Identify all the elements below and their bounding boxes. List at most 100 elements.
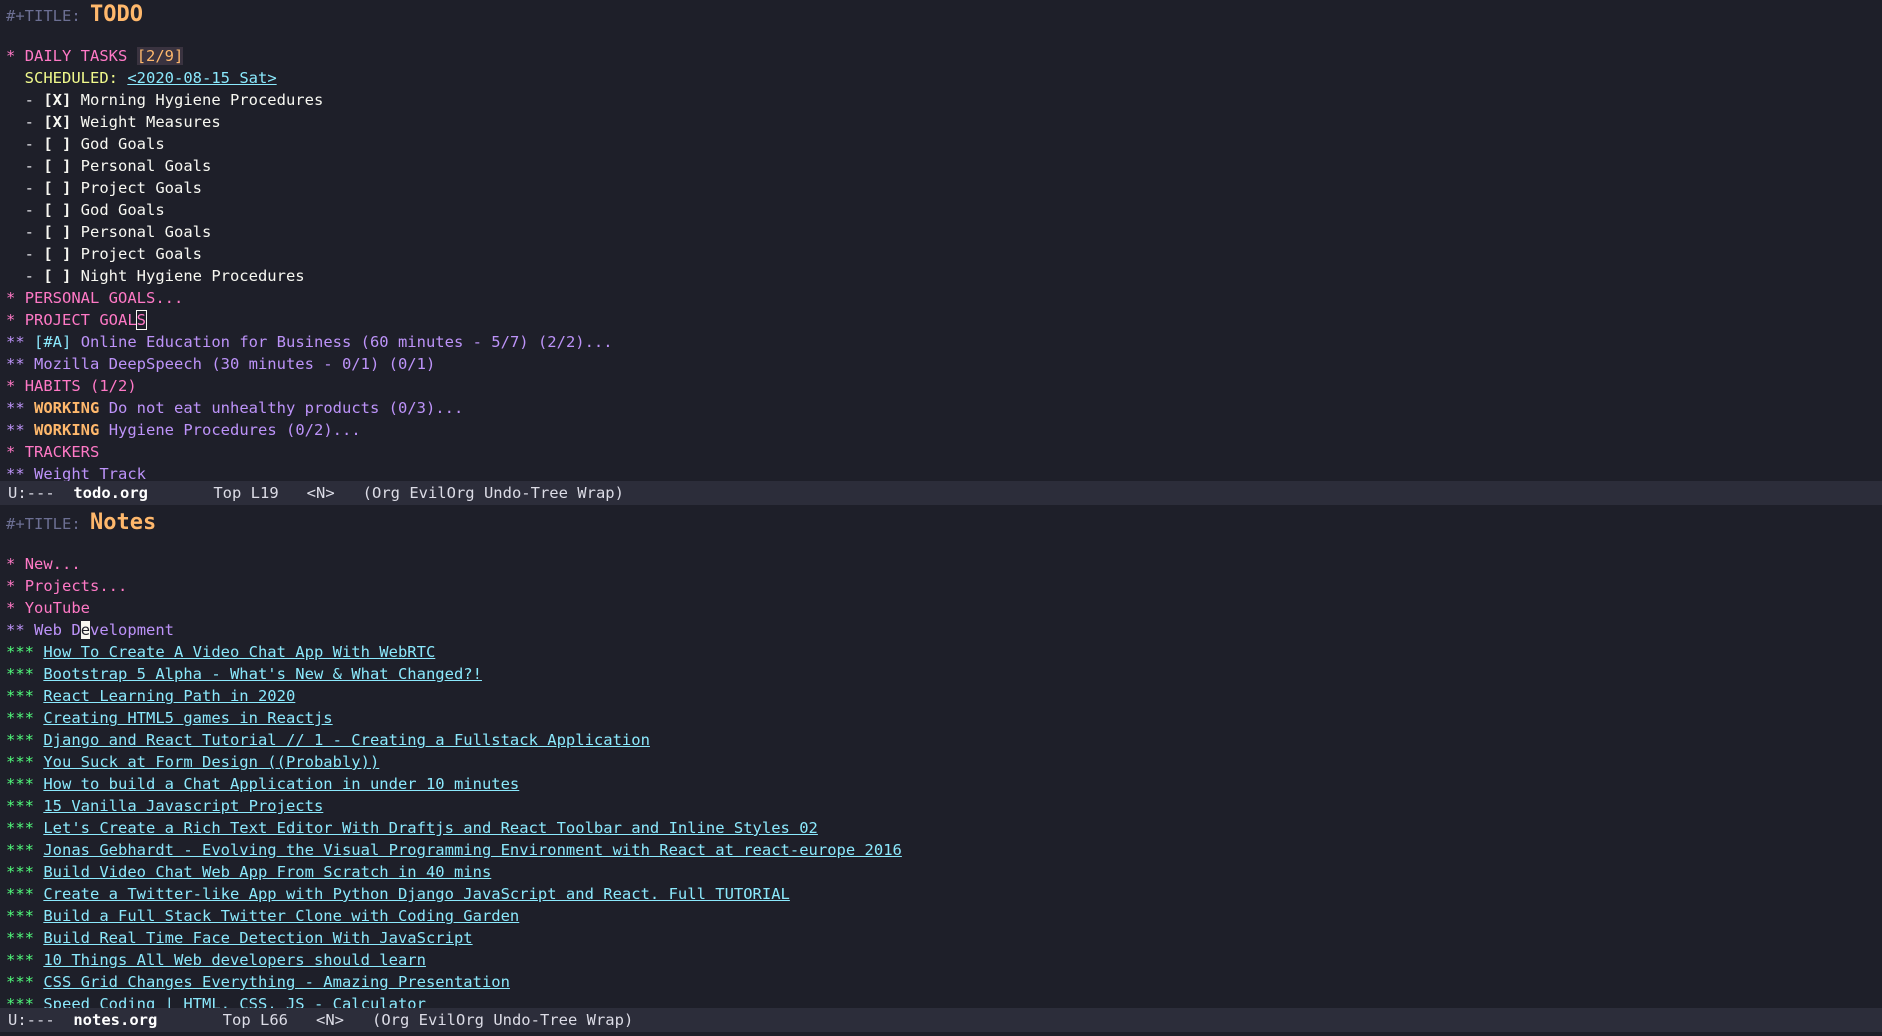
notes-window[interactable]: #+TITLE: Notes * New... * Projects... * Yo… (0, 506, 1882, 1008)
notes-heading[interactable]: * New... (6, 553, 1882, 575)
checkbox[interactable]: [ ] (43, 267, 71, 285)
todo-buffer[interactable]: #+TITLE: TODO * DAILY TASKS [2/9] SCHEDU… (0, 0, 1882, 481)
notes-heading[interactable]: * YouTube (6, 597, 1882, 619)
video-link[interactable]: Create a Twitter-like App with Python Dj… (43, 885, 790, 903)
heading-web-development[interactable]: ** Web Development (6, 619, 1882, 641)
modeline-buffer-name[interactable]: todo.org (73, 484, 148, 502)
heading-stars: *** (6, 995, 34, 1008)
modeline-position: Top L66 (222, 1011, 288, 1029)
heading-habits[interactable]: * HABITS (1/2) (6, 375, 1882, 397)
link-heading[interactable]: *** 10 Things All Web developers should … (6, 949, 1882, 971)
link-heading[interactable]: *** You Suck at Form Design ((Probably)) (6, 751, 1882, 773)
project-subheading[interactable]: ** [#A] Online Education for Business (6… (6, 331, 1882, 353)
checkbox[interactable]: [ ] (43, 157, 71, 175)
video-link[interactable]: Django and React Tutorial // 1 - Creatin… (43, 731, 650, 749)
heading-stars: ** (6, 333, 25, 351)
heading-text: Web Development (34, 621, 175, 639)
heading-text: Weight Track (34, 465, 146, 481)
checkbox[interactable]: [X] (43, 91, 71, 109)
link-heading[interactable]: *** Build Real Time Face Detection With … (6, 927, 1882, 949)
link-heading[interactable]: *** Let's Create a Rich Text Editor With… (6, 817, 1882, 839)
link-heading[interactable]: *** Jonas Gebhardt - Evolving the Visual… (6, 839, 1882, 861)
checkbox[interactable]: [ ] (43, 223, 71, 241)
video-link[interactable]: 15 Vanilla Javascript Projects (43, 797, 323, 815)
link-heading[interactable]: *** Speed Coding | HTML, CSS, JS - Calcu… (6, 993, 1882, 1008)
todo-state-keyword: WORKING (34, 421, 100, 439)
todo-state-keyword: WORKING (34, 399, 100, 417)
link-heading[interactable]: *** Build a Full Stack Twitter Clone wit… (6, 905, 1882, 927)
link-heading[interactable]: *** How To Create A Video Chat App With … (6, 641, 1882, 663)
checklist-item[interactable]: - [ ] Personal Goals (6, 221, 1882, 243)
modeline-modes[interactable]: (Org EvilOrg Undo-Tree Wrap) (372, 1011, 633, 1029)
checklist-item[interactable]: - [ ] Project Goals (6, 177, 1882, 199)
modeline-position: Top L19 (213, 484, 279, 502)
video-link[interactable]: Jonas Gebhardt - Evolving the Visual Pro… (43, 841, 902, 859)
page-title: TODO (90, 2, 143, 27)
modeline-state: U:--- (8, 484, 55, 502)
todo-window[interactable]: #+TITLE: TODO * DAILY TASKS [2/9] SCHEDU… (0, 0, 1882, 481)
heading-text: Online Education for Business (60 minute… (80, 333, 613, 351)
link-heading[interactable]: *** React Learning Path in 2020 (6, 685, 1882, 707)
checklist-item-label: Night Hygiene Procedures (80, 267, 305, 285)
checklist-item[interactable]: - [ ] God Goals (6, 199, 1882, 221)
video-link[interactable]: CSS Grid Changes Everything - Amazing Pr… (43, 973, 510, 991)
checklist-item[interactable]: - [ ] Night Hygiene Procedures (6, 265, 1882, 287)
heading-daily-tasks[interactable]: * DAILY TASKS [2/9] (6, 45, 1882, 67)
heading-text: TRACKERS (24, 443, 100, 461)
video-link[interactable]: How To Create A Video Chat App With WebR… (43, 643, 435, 661)
video-link[interactable]: Speed Coding | HTML, CSS, JS - Calculato… (43, 995, 426, 1008)
checklist-item[interactable]: - [ ] God Goals (6, 133, 1882, 155)
link-heading[interactable]: *** Creating HTML5 games in Reactjs (6, 707, 1882, 729)
heading-text: PROJECT GOALS (24, 310, 148, 330)
notes-buffer[interactable]: #+TITLE: Notes * New... * Projects... * Yo… (0, 508, 1882, 1008)
checklist-item[interactable]: - [X] Weight Measures (6, 111, 1882, 133)
checklist-item-label: Project Goals (80, 179, 202, 197)
video-link[interactable]: Bootstrap 5 Alpha - What's New & What Ch… (43, 665, 482, 683)
modeline-buffer-name[interactable]: notes.org (73, 1011, 157, 1029)
modeline-notes: U:--- notes.org Top L66 <N> (Org EvilOrg… (0, 1008, 1882, 1032)
video-link[interactable]: How to build a Chat Application in under… (43, 775, 519, 793)
checkbox[interactable]: [X] (43, 113, 71, 131)
video-link[interactable]: 10 Things All Web developers should lear… (43, 951, 426, 969)
heading-text: Mozilla DeepSpeech (30 minutes - 0/1) (0… (34, 355, 436, 373)
checklist-item-label: God Goals (80, 135, 165, 153)
checkbox[interactable]: [ ] (43, 245, 71, 263)
checkbox[interactable]: [ ] (43, 179, 71, 197)
link-heading[interactable]: *** Create a Twitter-like App with Pytho… (6, 883, 1882, 905)
link-heading[interactable]: *** Bootstrap 5 Alpha - What's New & Wha… (6, 663, 1882, 685)
heading-weight-track[interactable]: ** Weight Track (6, 463, 1882, 481)
heading-stars: *** (6, 863, 34, 881)
link-heading[interactable]: *** 15 Vanilla Javascript Projects (6, 795, 1882, 817)
checkbox[interactable]: [ ] (43, 201, 71, 219)
video-link[interactable]: You Suck at Form Design ((Probably)) (43, 753, 379, 771)
video-link[interactable]: Build Video Chat Web App From Scratch in… (43, 863, 491, 881)
title-keyword: #+TITLE: (6, 7, 81, 25)
modeline-modes[interactable]: (Org EvilOrg Undo-Tree Wrap) (363, 484, 624, 502)
checklist-item[interactable]: - [ ] Personal Goals (6, 155, 1882, 177)
checklist-item[interactable]: - [X] Morning Hygiene Procedures (6, 89, 1882, 111)
heading-personal-goals[interactable]: * PERSONAL GOALS... (6, 287, 1882, 309)
link-heading[interactable]: *** CSS Grid Changes Everything - Amazin… (6, 971, 1882, 993)
link-heading[interactable]: *** Django and React Tutorial // 1 - Cre… (6, 729, 1882, 751)
notes-title-line: #+TITLE: Notes (6, 508, 1882, 538)
heading-stars: *** (6, 885, 34, 903)
project-subheading[interactable]: ** Mozilla DeepSpeech (30 minutes - 0/1)… (6, 353, 1882, 375)
habit-subheading[interactable]: ** WORKING Hygiene Procedures (0/2)... (6, 419, 1882, 441)
heading-project-goals[interactable]: * PROJECT GOALS (6, 309, 1882, 331)
scheduled-date-link[interactable]: <2020-08-15 Sat> (127, 69, 276, 87)
video-link[interactable]: Creating HTML5 games in Reactjs (43, 709, 332, 727)
heading-stars: *** (6, 665, 34, 683)
video-link[interactable]: Build a Full Stack Twitter Clone with Co… (43, 907, 519, 925)
scheduled-keyword: SCHEDULED: (24, 69, 118, 87)
checklist-item[interactable]: - [ ] Project Goals (6, 243, 1882, 265)
video-link[interactable]: Let's Create a Rich Text Editor With Dra… (43, 819, 818, 837)
link-heading[interactable]: *** Build Video Chat Web App From Scratc… (6, 861, 1882, 883)
link-heading[interactable]: *** How to build a Chat Application in u… (6, 773, 1882, 795)
video-link[interactable]: Build Real Time Face Detection With Java… (43, 929, 472, 947)
habit-subheading[interactable]: ** WORKING Do not eat unhealthy products… (6, 397, 1882, 419)
checkbox[interactable]: [ ] (43, 135, 71, 153)
heading-trackers[interactable]: * TRACKERS (6, 441, 1882, 463)
notes-heading[interactable]: * Projects... (6, 575, 1882, 597)
video-link[interactable]: React Learning Path in 2020 (43, 687, 295, 705)
heading-stars: ** (6, 355, 25, 373)
